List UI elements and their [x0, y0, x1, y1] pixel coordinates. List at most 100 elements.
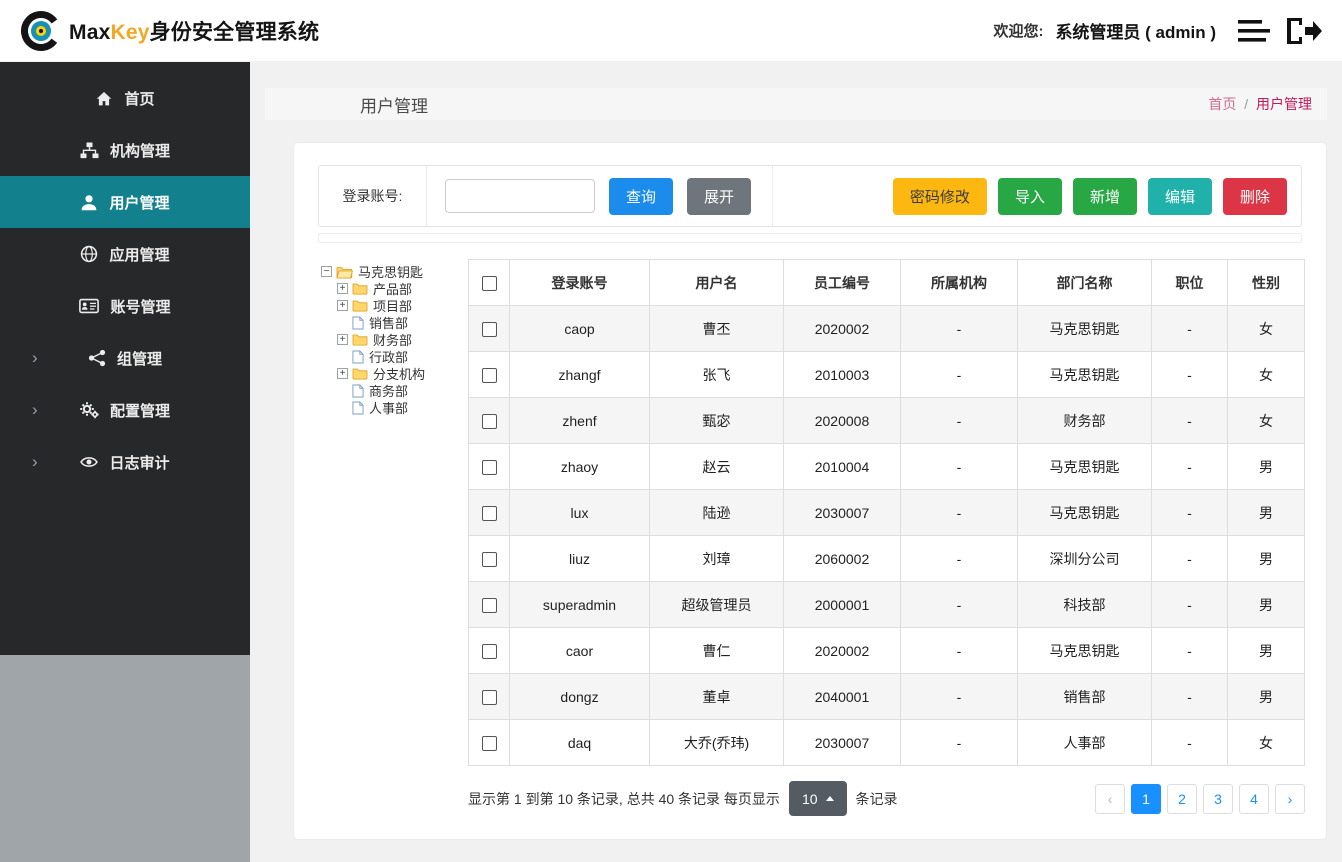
content-card: 登录账号: 查询 展开 密码修改 导入 新增 编辑 删除 − 马克思钥匙 + 产品部 +…: [293, 142, 1327, 840]
table-cell: zhaoy: [509, 443, 650, 490]
expand-icon[interactable]: +: [337, 300, 348, 311]
table-cell: -: [1151, 627, 1228, 674]
tree-node[interactable]: + 分支机构: [321, 365, 468, 382]
top-header: MaxKey身份安全管理系统 欢迎您: 系统管理员 ( admin ): [0, 0, 1342, 62]
sidebar-menu: 首页 机构管理 用户管理 应用管理 账号管理 › 组管理 › 配置管理 › 日志…: [0, 62, 250, 488]
row-checkbox[interactable]: [481, 459, 497, 475]
sidebar-item-label: 首页: [124, 90, 155, 108]
menu-list-icon[interactable]: [1238, 19, 1272, 43]
table-cell: 2020002: [783, 305, 901, 352]
row-checkbox[interactable]: [481, 735, 497, 751]
sidebar-item-label: 机构管理: [109, 142, 170, 160]
tree-node[interactable]: + 产品部: [321, 280, 468, 297]
row-checkbox[interactable]: [481, 413, 497, 429]
column-header: 员工编号: [783, 259, 901, 306]
row-checkbox[interactable]: [481, 505, 497, 521]
row-checkbox[interactable]: [481, 689, 497, 705]
idcard-icon: [79, 297, 100, 315]
row-checkbox[interactable]: [481, 643, 497, 659]
add-button[interactable]: 新增: [1072, 177, 1137, 215]
gears-icon: [80, 401, 99, 419]
select-all-checkbox[interactable]: [481, 275, 497, 291]
page-size-select[interactable]: 10: [788, 781, 847, 816]
table-cell: dongz: [509, 673, 650, 720]
row-checkbox[interactable]: [481, 321, 497, 337]
table-cell: 马克思钥匙: [1017, 443, 1152, 490]
table-cell: 男: [1227, 535, 1305, 582]
table-cell: -: [900, 443, 1018, 490]
tree-node[interactable]: 人事部: [321, 399, 468, 416]
table-cell: caop: [509, 305, 650, 352]
prev-page-button[interactable]: ‹: [1095, 783, 1125, 814]
sidebar-item-users[interactable]: 用户管理: [0, 176, 250, 228]
table-cell: 曹丕: [649, 305, 784, 352]
import-button[interactable]: 导入: [997, 177, 1062, 215]
password-modify-button[interactable]: 密码修改: [892, 177, 987, 215]
sidebar-item-apps[interactable]: 应用管理: [0, 228, 250, 280]
logout-icon[interactable]: [1284, 16, 1322, 46]
pagination-summary-prefix: 显示第 1 到第 10 条记录, 总共 40 条记录 每页显示: [468, 790, 780, 807]
tree-node[interactable]: + 项目部: [321, 297, 468, 314]
page-button[interactable]: 1: [1131, 783, 1161, 814]
page-button[interactable]: 2: [1167, 783, 1197, 814]
breadcrumb-home[interactable]: 首页: [1208, 96, 1236, 112]
tree-node[interactable]: 行政部: [321, 348, 468, 365]
tree-node[interactable]: 商务部: [321, 382, 468, 399]
row-checkbox[interactable]: [481, 551, 497, 567]
page-button[interactable]: 4: [1239, 783, 1269, 814]
page-button[interactable]: 3: [1203, 783, 1233, 814]
sidebar-item-groups[interactable]: › 组管理: [0, 332, 250, 384]
table-cell: 女: [1227, 397, 1305, 444]
table-cell: 女: [1227, 351, 1305, 398]
row-checkbox[interactable]: [481, 597, 497, 613]
table-cell: 2020002: [783, 627, 901, 674]
table-cell: 销售部: [1017, 673, 1152, 720]
user-icon: [80, 194, 98, 211]
row-checkbox[interactable]: [481, 367, 497, 383]
page-header-bar: 用户管理 首页 / 用户管理: [265, 88, 1327, 120]
sidebar-item-config[interactable]: › 配置管理: [0, 384, 250, 436]
sidebar-item-home[interactable]: 首页: [0, 72, 250, 124]
sidebar-item-label: 日志审计: [109, 454, 170, 472]
table-row: zhenf 甄宓 2020008- 财务部 - 女: [468, 397, 1305, 444]
table-cell: -: [900, 489, 1018, 536]
table-cell: 2000001: [783, 581, 901, 628]
table-cell: 男: [1227, 581, 1305, 628]
breadcrumb-current: 用户管理: [1256, 96, 1312, 112]
table-cell: 科技部: [1017, 581, 1152, 628]
sidebar-item-accounts[interactable]: 账号管理: [0, 280, 250, 332]
column-header: 所属机构: [900, 259, 1018, 306]
table-row: superadmin 超级管理员 2000001- 科技部 - 男: [468, 581, 1305, 628]
row-checkbox-cell: [468, 719, 510, 766]
login-account-input[interactable]: [445, 179, 595, 213]
table-cell: -: [900, 627, 1018, 674]
table-cell: zhenf: [509, 397, 650, 444]
table-cell: 男: [1227, 627, 1305, 674]
expand-icon[interactable]: +: [337, 283, 348, 294]
expand-icon[interactable]: +: [337, 334, 348, 345]
column-header: 用户名: [649, 259, 784, 306]
collapse-icon[interactable]: −: [321, 266, 332, 277]
sidebar-item-audit[interactable]: › 日志审计: [0, 436, 250, 488]
delete-button[interactable]: 删除: [1222, 177, 1287, 215]
chevron-right-icon: ›: [32, 452, 38, 471]
tree-node[interactable]: 销售部: [321, 314, 468, 331]
edit-button[interactable]: 编辑: [1147, 177, 1212, 215]
table-cell: 2040001: [783, 673, 901, 720]
expand-button[interactable]: 展开: [687, 177, 752, 215]
table-cell: -: [900, 535, 1018, 582]
row-checkbox-cell: [468, 627, 510, 674]
next-page-button[interactable]: ›: [1275, 783, 1305, 814]
folder-icon: [352, 299, 368, 312]
query-button[interactable]: 查询: [609, 177, 674, 215]
tree-node[interactable]: + 财务部: [321, 331, 468, 348]
sidebar-item-orgs[interactable]: 机构管理: [0, 124, 250, 176]
brand: MaxKey身份安全管理系统: [20, 10, 319, 52]
expand-icon[interactable]: +: [337, 368, 348, 379]
table-cell: 马克思钥匙: [1017, 305, 1152, 352]
tree-node[interactable]: − 马克思钥匙: [321, 263, 468, 280]
table-cell: 2030007: [783, 489, 901, 536]
tree-node-label: 人事部: [369, 401, 409, 416]
